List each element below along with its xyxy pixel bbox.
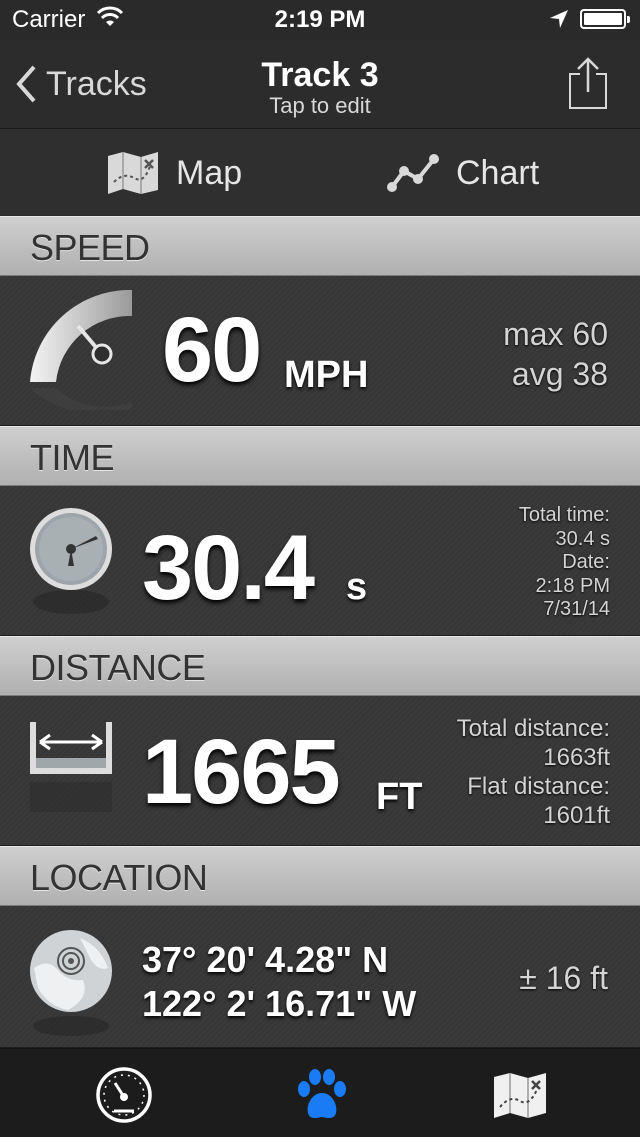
location-arrow-icon <box>548 8 570 35</box>
paw-icon <box>298 1069 346 1118</box>
date-value: 7/31/14 <box>543 598 610 620</box>
time-header-label: TIME <box>30 437 115 478</box>
total-time-label: Total time: <box>518 504 610 526</box>
date-time-value: 2:18 PM <box>535 574 610 597</box>
speed-section: 60 MPH max 60 avg 38 <box>0 276 640 426</box>
globe-icon <box>30 930 112 1036</box>
longitude-value: 122° 2' 16.71" W <box>142 983 417 1024</box>
total-time-value: 30.4 s <box>555 527 610 550</box>
navigation-bar: Tracks Track 3 Tap to edit <box>0 40 640 129</box>
total-distance-value: 1663ft <box>543 744 610 771</box>
tab-speedometer[interactable] <box>94 1065 154 1125</box>
speedometer-gauge-icon <box>30 290 132 410</box>
tab-tracks[interactable] <box>292 1065 352 1125</box>
share-icon <box>569 57 607 109</box>
map-button[interactable]: Map <box>106 147 242 199</box>
location-section: 37° 20' 4.28" N 122° 2' 16.71" W ± 16 ft <box>0 906 640 1048</box>
chart-button-label: Chart <box>456 153 540 192</box>
distance-value: 1665 <box>142 721 341 823</box>
accuracy-value: ± 16 ft <box>519 960 608 996</box>
speed-unit: MPH <box>284 354 369 396</box>
page-title: Track 3 <box>261 56 379 94</box>
distance-section: 1665 FT Total distance: 1663ft Flat dist… <box>0 696 640 846</box>
time-unit: s <box>346 566 368 608</box>
clock-icon <box>30 508 112 614</box>
track-title[interactable]: Track 3 Tap to edit <box>0 56 640 119</box>
speed-section-header: SPEED <box>0 216 640 276</box>
distance-unit: FT <box>376 776 423 818</box>
speed-max: max 60 <box>503 316 608 352</box>
flat-distance-value: 1601ft <box>543 802 610 829</box>
status-time: 2:19 PM <box>274 6 366 33</box>
time-section: 30.4 s Total time: 30.4 s Date: 2:18 PM … <box>0 486 640 636</box>
distance-section-header: DISTANCE <box>0 636 640 696</box>
map-icon <box>494 1073 546 1118</box>
speed-header-label: SPEED <box>30 227 150 268</box>
view-switcher: Map Chart <box>0 129 640 215</box>
distance-header-label: DISTANCE <box>30 647 206 688</box>
status-bar: Carrier 2:19 PM <box>0 0 640 40</box>
speed-avg: avg 38 <box>511 356 608 392</box>
map-icon <box>108 152 158 194</box>
date-label: Date: <box>562 551 610 573</box>
chart-button[interactable]: Chart <box>386 147 539 199</box>
share-button[interactable] <box>566 56 610 115</box>
chart-line-icon <box>387 154 439 192</box>
tab-bar <box>0 1048 640 1137</box>
location-header-label: LOCATION <box>30 857 208 898</box>
tab-map[interactable] <box>490 1065 550 1125</box>
latitude-value: 37° 20' 4.28" N <box>142 939 389 980</box>
distance-ruler-icon <box>30 722 112 812</box>
time-value: 30.4 <box>142 517 315 619</box>
map-button-label: Map <box>176 153 243 192</box>
time-section-header: TIME <box>0 426 640 486</box>
location-section-header: LOCATION <box>0 846 640 906</box>
total-distance-label: Total distance: <box>456 715 610 742</box>
page-subtitle: Tap to edit <box>269 93 371 118</box>
battery-icon <box>580 9 630 29</box>
flat-distance-label: Flat distance: <box>467 773 610 800</box>
speedometer-icon <box>96 1067 152 1123</box>
speed-value: 60 <box>162 299 262 401</box>
